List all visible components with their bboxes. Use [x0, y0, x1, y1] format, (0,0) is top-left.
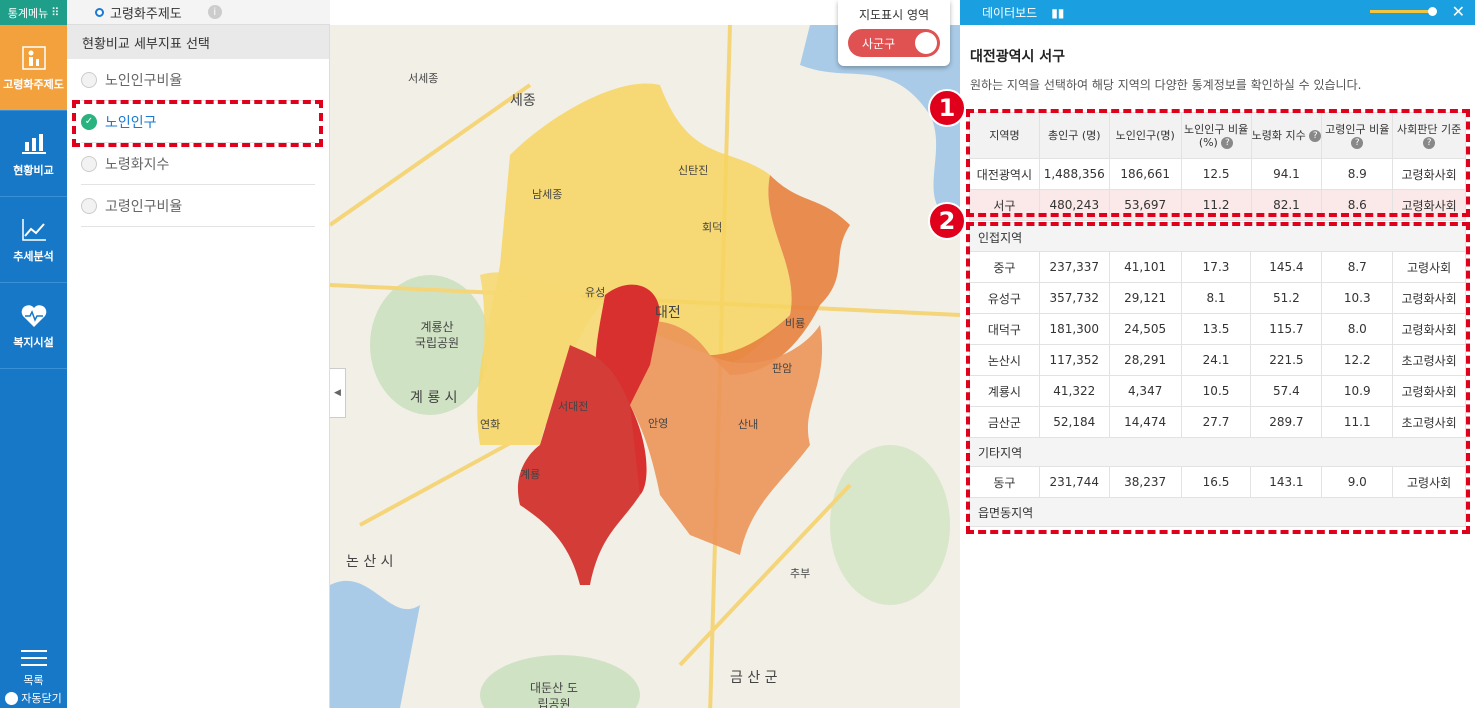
- nav-label: 복지시설: [13, 336, 54, 349]
- slider-handle[interactable]: [1428, 7, 1437, 16]
- nav-label: 추세분석: [13, 250, 54, 263]
- switch-label: 사군구: [862, 36, 896, 51]
- dashboard-header-label: 데이터보드: [982, 6, 1038, 20]
- map-label-biryong: 비룡: [785, 317, 806, 330]
- dashboard-title: 대전광역시 서구: [970, 49, 1066, 65]
- map-label-sejong: 세종: [510, 93, 536, 109]
- map-label-hoedeok: 회덕: [702, 221, 723, 234]
- highlight-box-1: [966, 109, 1470, 217]
- nav-bottom: 목록 자동닫기: [0, 645, 67, 708]
- map-label-chubu: 추부: [790, 567, 811, 580]
- badge-1: 1: [928, 89, 966, 127]
- map-label-daedunsan: 대둔산 도립공원: [530, 681, 578, 708]
- auto-close-toggle[interactable]: 자동닫기: [0, 690, 67, 706]
- info-icon[interactable]: i: [207, 5, 222, 19]
- topic-tab-label: 고령화주제도: [110, 6, 182, 22]
- map-view[interactable]: 세종 계룡산 국립공원 계 룡 시 논 산 시 금 산 군 대둔산 도립공원 대…: [330, 25, 960, 708]
- map-label-seodaejeon: 서대전: [558, 400, 589, 413]
- map-label-gyeryong-ic: 계룡: [520, 468, 541, 481]
- map-label-gyeryong: 계 룡 시: [410, 390, 458, 406]
- nav-item-welfare[interactable]: 복지시설: [0, 283, 67, 369]
- map-label-gyeryongsan: 계룡산 국립공원: [414, 320, 460, 350]
- heart-pulse-icon: [21, 305, 46, 327]
- map-label-daejeon: 대전: [655, 305, 681, 321]
- indicator-panel-title: 현황비교 세부지표 선택: [67, 25, 329, 59]
- stats-menu-button[interactable]: 통계메뉴 ⠿: [0, 0, 67, 25]
- radio-icon: [81, 197, 97, 214]
- list-label[interactable]: 목록: [0, 672, 67, 688]
- map-label-nonsan: 논 산 시: [346, 554, 394, 570]
- line-chart-icon: [21, 219, 46, 241]
- opacity-slider[interactable]: [1370, 7, 1437, 16]
- badge-2: 2: [928, 202, 966, 240]
- map-label-yuseong: 유성: [585, 286, 606, 299]
- map-display-toggle-card: 지도표시 영역 사군구: [838, 0, 950, 66]
- highlight-box: [72, 100, 323, 147]
- close-icon[interactable]: ✕: [1452, 2, 1465, 21]
- nav-item-compare[interactable]: 현황비교: [0, 111, 67, 197]
- option-aged-ratio[interactable]: 고령인구비율: [81, 185, 315, 227]
- radio-icon: [81, 71, 97, 88]
- highlight-box-2: [966, 222, 1470, 534]
- switch-knob-icon: [915, 32, 937, 54]
- map-label-anyeong: 안영: [648, 417, 669, 430]
- map-label-yeonhwa: 연화: [480, 418, 501, 431]
- option-label: 노령화지수: [105, 156, 170, 173]
- map-label-panam: 판암: [772, 362, 793, 375]
- map-label-sannae: 산내: [738, 418, 759, 431]
- nav-label: 고령화주제도: [3, 78, 64, 91]
- radio-dot-icon: [95, 7, 104, 17]
- toggle-knob-icon: [5, 691, 19, 705]
- map-label-geumsan: 금 산 군: [730, 670, 778, 686]
- bar-chart-icon: ▮▮: [1051, 5, 1065, 20]
- option-label: 노인인구비율: [105, 72, 183, 89]
- left-nav: 고령화주제도 현황비교 추세분석 복지시설 목록 자동닫기: [0, 25, 67, 708]
- dashboard-header: 데이터보드 ▮▮ ✕: [960, 0, 1475, 25]
- map-display-switch[interactable]: 사군구: [848, 29, 940, 57]
- map-label-namsejong: 남세종: [532, 188, 563, 201]
- auto-close-label: 자동닫기: [21, 692, 62, 705]
- elderly-chart-icon: [21, 46, 46, 70]
- map-canvas[interactable]: [330, 25, 960, 708]
- topic-tab[interactable]: 고령화주제도 i: [67, 0, 330, 25]
- dashboard-description: 원하는 지역을 선택하여 해당 지역의 다양한 통계정보를 확인하실 수 있습니…: [970, 78, 1362, 92]
- option-elderly-ratio[interactable]: 노인인구비율: [81, 59, 315, 101]
- radio-icon: [81, 155, 97, 172]
- map-display-label: 지도표시 영역: [858, 8, 930, 22]
- map-label-seosejong: 서세종: [408, 72, 439, 85]
- option-label: 고령인구비율: [105, 198, 183, 215]
- grid-icon: ⠿: [51, 6, 60, 19]
- collapse-panel-button[interactable]: ◀: [330, 368, 346, 418]
- nav-label: 현황비교: [13, 164, 54, 177]
- bar-chart-icon: [21, 134, 46, 154]
- stats-menu-label: 통계메뉴: [7, 6, 49, 20]
- nav-item-aging-map[interactable]: 고령화주제도: [0, 25, 67, 111]
- option-aging-index[interactable]: 노령화지수: [81, 143, 315, 185]
- nav-item-trend[interactable]: 추세분석: [0, 197, 67, 283]
- menu-icon[interactable]: [20, 650, 47, 666]
- map-label-sintanjin: 신탄진: [678, 164, 709, 177]
